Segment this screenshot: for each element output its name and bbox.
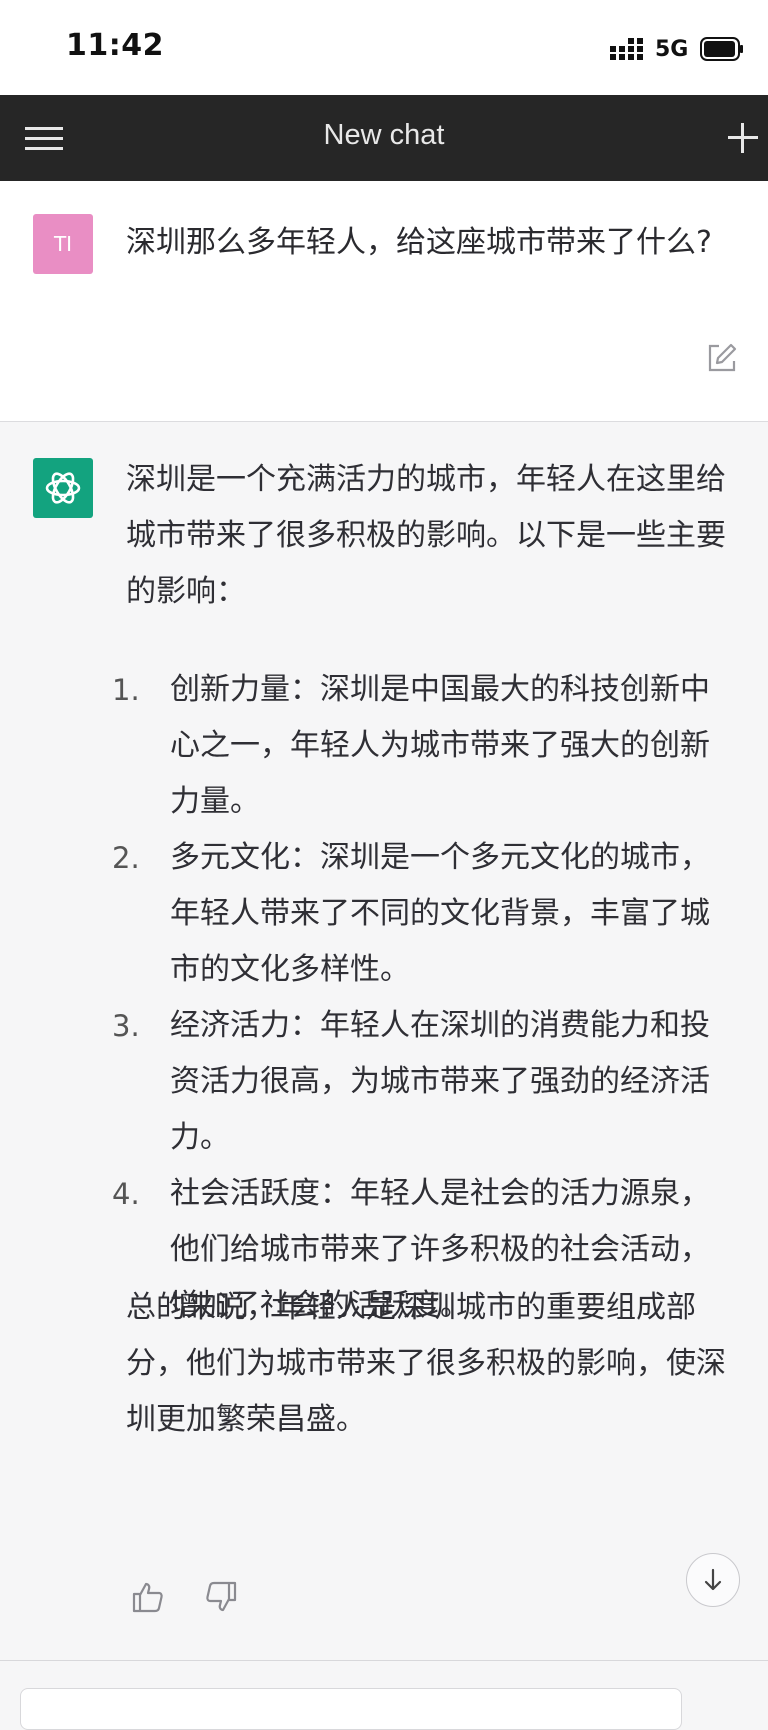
list-item-number: 1.: [112, 673, 140, 707]
user-avatar: TI: [33, 214, 93, 274]
page-title: New chat: [323, 119, 445, 151]
status-bar: 11:42 5G: [0, 0, 768, 95]
signal-icon: [610, 38, 643, 60]
network-label: 5G: [655, 37, 689, 62]
thumbs-up-icon[interactable]: [131, 1580, 165, 1614]
openai-logo-icon: [45, 472, 81, 504]
list-item-number: 2.: [112, 841, 140, 875]
assistant-summary-text: 总的来说，年轻人是深圳城市的重要组成部分，他们为城市带来了很多积极的影响，使深圳…: [126, 1290, 726, 1437]
top-navbar: New chat: [0, 95, 768, 181]
plus-icon[interactable]: [720, 115, 766, 161]
list-item-number: 3.: [112, 1009, 140, 1043]
battery-icon: [700, 37, 743, 61]
list-item-text: 多元文化：深圳是一个多元文化的城市，年轻人带来了不同的文化背景，丰富了城市的文化…: [170, 840, 710, 987]
status-time: 11:42: [66, 28, 164, 63]
user-message-text: 深圳那么多年轻人，给这座城市带来了什么?: [126, 225, 712, 260]
assistant-message: 深圳是一个充满活力的城市，年轻人在这里给城市带来了很多积极的影响。以下是一些主要…: [0, 422, 768, 1660]
list-item-text: 创新力量：深圳是中国最大的科技创新中心之一，年轻人为城市带来了强大的创新力量。: [170, 672, 710, 819]
list-item-text: 经济活力：年轻人在深圳的消费能力和投资活力很高，为城市带来了强劲的经济活力。: [170, 1008, 710, 1155]
user-message: TI 深圳那么多年轻人，给这座城市带来了什么?: [0, 181, 768, 422]
divider: [0, 1660, 768, 1661]
assistant-intro-text: 深圳是一个充满活力的城市，年轻人在这里给城市带来了很多积极的影响。以下是一些主要…: [126, 462, 726, 609]
scroll-down-button[interactable]: [686, 1553, 740, 1607]
message-input[interactable]: [20, 1688, 682, 1730]
assistant-avatar: [33, 458, 93, 518]
edit-icon[interactable]: [705, 341, 739, 375]
arrow-down-icon: [704, 1568, 722, 1591]
thumbs-down-icon[interactable]: [204, 1580, 238, 1614]
list-item-number: 4.: [112, 1177, 140, 1211]
